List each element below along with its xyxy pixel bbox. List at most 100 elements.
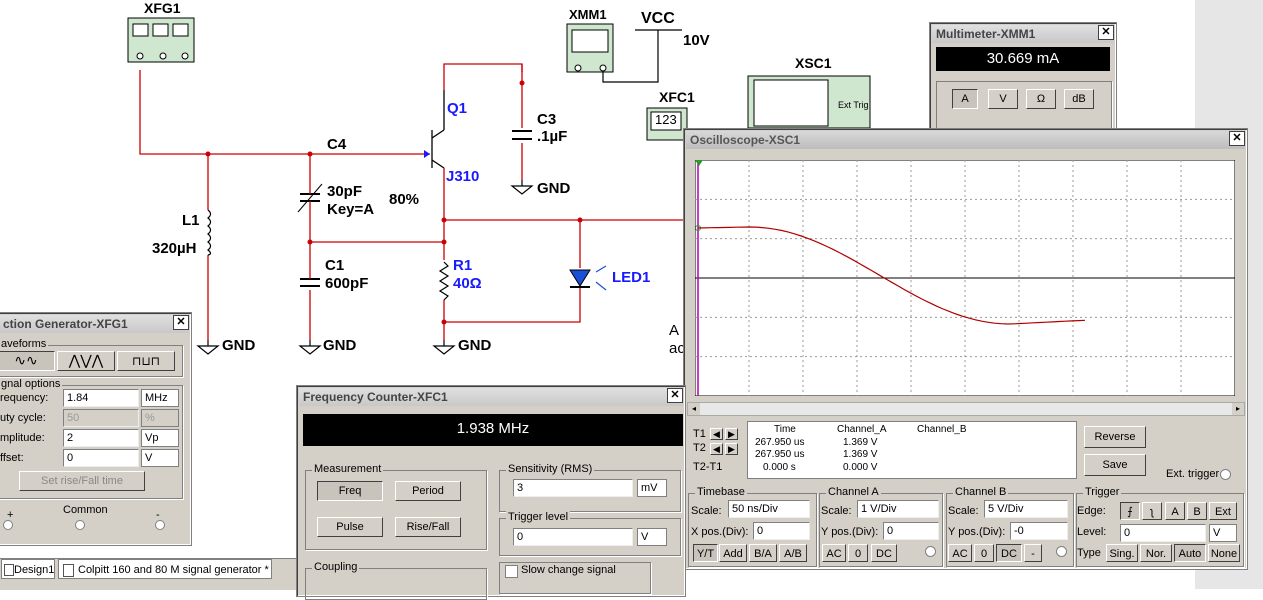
channel-b-ac-button[interactable]: AC — [948, 544, 972, 562]
vcc-label: VCC — [641, 10, 675, 27]
timebase-scale-field[interactable]: 50 ns/Div — [728, 500, 810, 518]
q1-label: Q1 — [447, 100, 468, 117]
channel-a-dc-button[interactable]: DC — [871, 544, 897, 562]
coupling-label: Coupling — [312, 561, 360, 573]
t2-left-arrow-icon[interactable]: ◀ — [710, 443, 723, 455]
vcc-value: 10V — [683, 32, 710, 49]
channel-a-terminal-icon[interactable] — [925, 546, 936, 557]
tab-colpitt[interactable]: Colpitt 160 and 80 M signal generator * — [58, 559, 272, 579]
slow-change-checkbox[interactable] — [505, 565, 518, 578]
trigger-level-field[interactable]: 0 — [1120, 524, 1206, 542]
rise-fall-button[interactable]: Rise/Fall — [395, 517, 461, 537]
trigger-auto-button[interactable]: Auto — [1174, 544, 1206, 562]
pulse-button[interactable]: Pulse — [317, 517, 383, 537]
square-wave-button[interactable]: ⊓⊔⊓ — [117, 351, 175, 371]
multimeter-title[interactable]: Multimeter-XMM1 — [932, 25, 1114, 43]
multimeter-window[interactable]: Multimeter-XMM1 ✕ 30.669 mA A V Ω dB — [929, 22, 1117, 133]
scroll-right-icon[interactable]: ▸ — [1232, 403, 1244, 415]
trigger-source-b-button[interactable]: B — [1187, 502, 1207, 520]
function-generator-window[interactable]: ction Generator-XFG1 ✕ aveforms ∿∿ ⋀⋁⋀ ⊓… — [0, 312, 192, 546]
channel-a-zero-button[interactable]: 0 — [848, 544, 868, 562]
common-terminal-icon[interactable] — [75, 520, 85, 530]
ohmmeter-button[interactable]: Ω — [1026, 89, 1056, 109]
cvar-key: Key=A — [327, 201, 375, 218]
frequency-field[interactable]: 1.84 — [63, 389, 139, 407]
oscilloscope-title[interactable]: Oscilloscope-XSC1 — [686, 131, 1245, 149]
close-icon[interactable]: ✕ — [1229, 131, 1245, 146]
t1-right-arrow-icon[interactable]: ▶ — [725, 428, 738, 440]
period-button[interactable]: Period — [395, 481, 461, 501]
channel-a-title: Channel A — [826, 486, 881, 498]
falling-edge-icon[interactable]: ʅ — [1142, 502, 1162, 520]
ab-mode-button[interactable]: A/B — [779, 544, 807, 562]
channel-b-dc-button[interactable]: DC — [996, 544, 1022, 562]
set-rise-fall-button[interactable]: Set rise/Fall time — [19, 471, 145, 491]
duty-cycle-unit[interactable]: % — [141, 409, 179, 427]
scroll-left-icon[interactable]: ◂ — [688, 403, 700, 415]
offset-field[interactable]: 0 — [63, 449, 139, 467]
close-icon[interactable]: ✕ — [667, 388, 683, 403]
t2-t1-time: 0.000 s — [763, 462, 796, 473]
close-icon[interactable]: ✕ — [1098, 25, 1114, 40]
offset-unit[interactable]: V — [141, 449, 179, 467]
trigger-level-unit[interactable]: V — [1209, 524, 1237, 542]
sensitivity-unit[interactable]: mV — [637, 479, 667, 497]
t1-left-arrow-icon[interactable]: ◀ — [710, 428, 723, 440]
channel-b-scale-field[interactable]: 5 V/Div — [984, 500, 1068, 518]
minus-terminal-icon[interactable] — [155, 520, 165, 530]
decibel-button[interactable]: dB — [1064, 89, 1094, 109]
rising-edge-icon[interactable]: ⨍ — [1120, 502, 1140, 520]
t1-label: T1 — [693, 428, 706, 440]
trigger-none-button[interactable]: None — [1208, 544, 1240, 562]
voltmeter-button[interactable]: V — [988, 89, 1018, 109]
add-mode-button[interactable]: Add — [719, 544, 747, 562]
triangle-wave-button[interactable]: ⋀⋁⋀ — [57, 351, 115, 371]
t2-right-arrow-icon[interactable]: ▶ — [725, 443, 738, 455]
trigger-level-label: Trigger level — [506, 511, 571, 523]
x-pos-field[interactable]: 0 — [753, 522, 810, 540]
sensitivity-field[interactable]: 3 — [513, 479, 633, 497]
scrollbar[interactable]: ◂ ▸ — [687, 402, 1245, 416]
frequency-counter-window[interactable]: Frequency Counter-XFC1 ✕ 1.938 MHz Measu… — [296, 385, 686, 600]
trigger-source-a-button[interactable]: A — [1165, 502, 1185, 520]
reverse-button[interactable]: Reverse — [1084, 426, 1146, 448]
channel-a-scale-field[interactable]: 1 V/Div — [857, 500, 939, 518]
yt-mode-button[interactable]: Y/T — [693, 544, 718, 562]
col-header-channel-b: Channel_B — [917, 424, 967, 435]
xfc1-display: 123 — [655, 112, 677, 127]
t2-t1-label: T2-T1 — [693, 461, 723, 473]
trigger-level-field[interactable]: 0 — [513, 528, 633, 546]
channel-b-zero-button[interactable]: 0 — [974, 544, 994, 562]
channel-a-ac-button[interactable]: AC — [822, 544, 846, 562]
frequency-unit[interactable]: MHz — [141, 389, 179, 407]
measurement-label: Measurement — [312, 463, 384, 475]
duty-cycle-field[interactable]: 50 — [63, 409, 139, 427]
ba-mode-button[interactable]: B/A — [749, 544, 777, 562]
channel-b-ypos-field[interactable]: -0 — [1010, 522, 1068, 540]
amplitude-unit[interactable]: Vp — [141, 429, 179, 447]
sine-wave-button[interactable]: ∿∿ — [0, 351, 55, 371]
xmm1-label: XMM1 — [569, 7, 607, 22]
trigger-edge-label: Edge: — [1077, 505, 1106, 517]
frequency-counter-title[interactable]: Frequency Counter-XFC1 — [299, 388, 683, 406]
frequency-label: requency: — [0, 392, 49, 404]
oscilloscope-screen[interactable] — [695, 160, 1235, 396]
amplitude-field[interactable]: 2 — [63, 429, 139, 447]
save-button[interactable]: Save — [1084, 454, 1146, 476]
trigger-level-unit[interactable]: V — [637, 528, 667, 546]
trigger-source-ext-button[interactable]: Ext — [1209, 502, 1237, 520]
channel-a-ypos-field[interactable]: 0 — [883, 522, 939, 540]
channel-b-terminal-icon[interactable] — [1056, 546, 1067, 557]
trigger-single-button[interactable]: Sing. — [1106, 544, 1138, 562]
channel-b-minus-button[interactable]: - — [1024, 544, 1042, 562]
function-generator-title[interactable]: ction Generator-XFG1 — [0, 315, 189, 333]
ext-trigger-terminal-icon[interactable] — [1220, 469, 1231, 480]
ammeter-button[interactable]: A — [952, 89, 978, 109]
freq-button[interactable]: Freq — [317, 481, 383, 501]
l1-value: 320µH — [152, 240, 197, 257]
close-icon[interactable]: ✕ — [173, 315, 189, 330]
tab-design1[interactable]: Design1 — [1, 559, 55, 579]
oscilloscope-window[interactable]: Oscilloscope-XSC1 ✕ ◂ ▸ T1 T2 T2-T1 ◀ ▶ … — [683, 128, 1248, 570]
trigger-normal-button[interactable]: Nor. — [1140, 544, 1172, 562]
plus-terminal-icon[interactable] — [3, 520, 13, 530]
